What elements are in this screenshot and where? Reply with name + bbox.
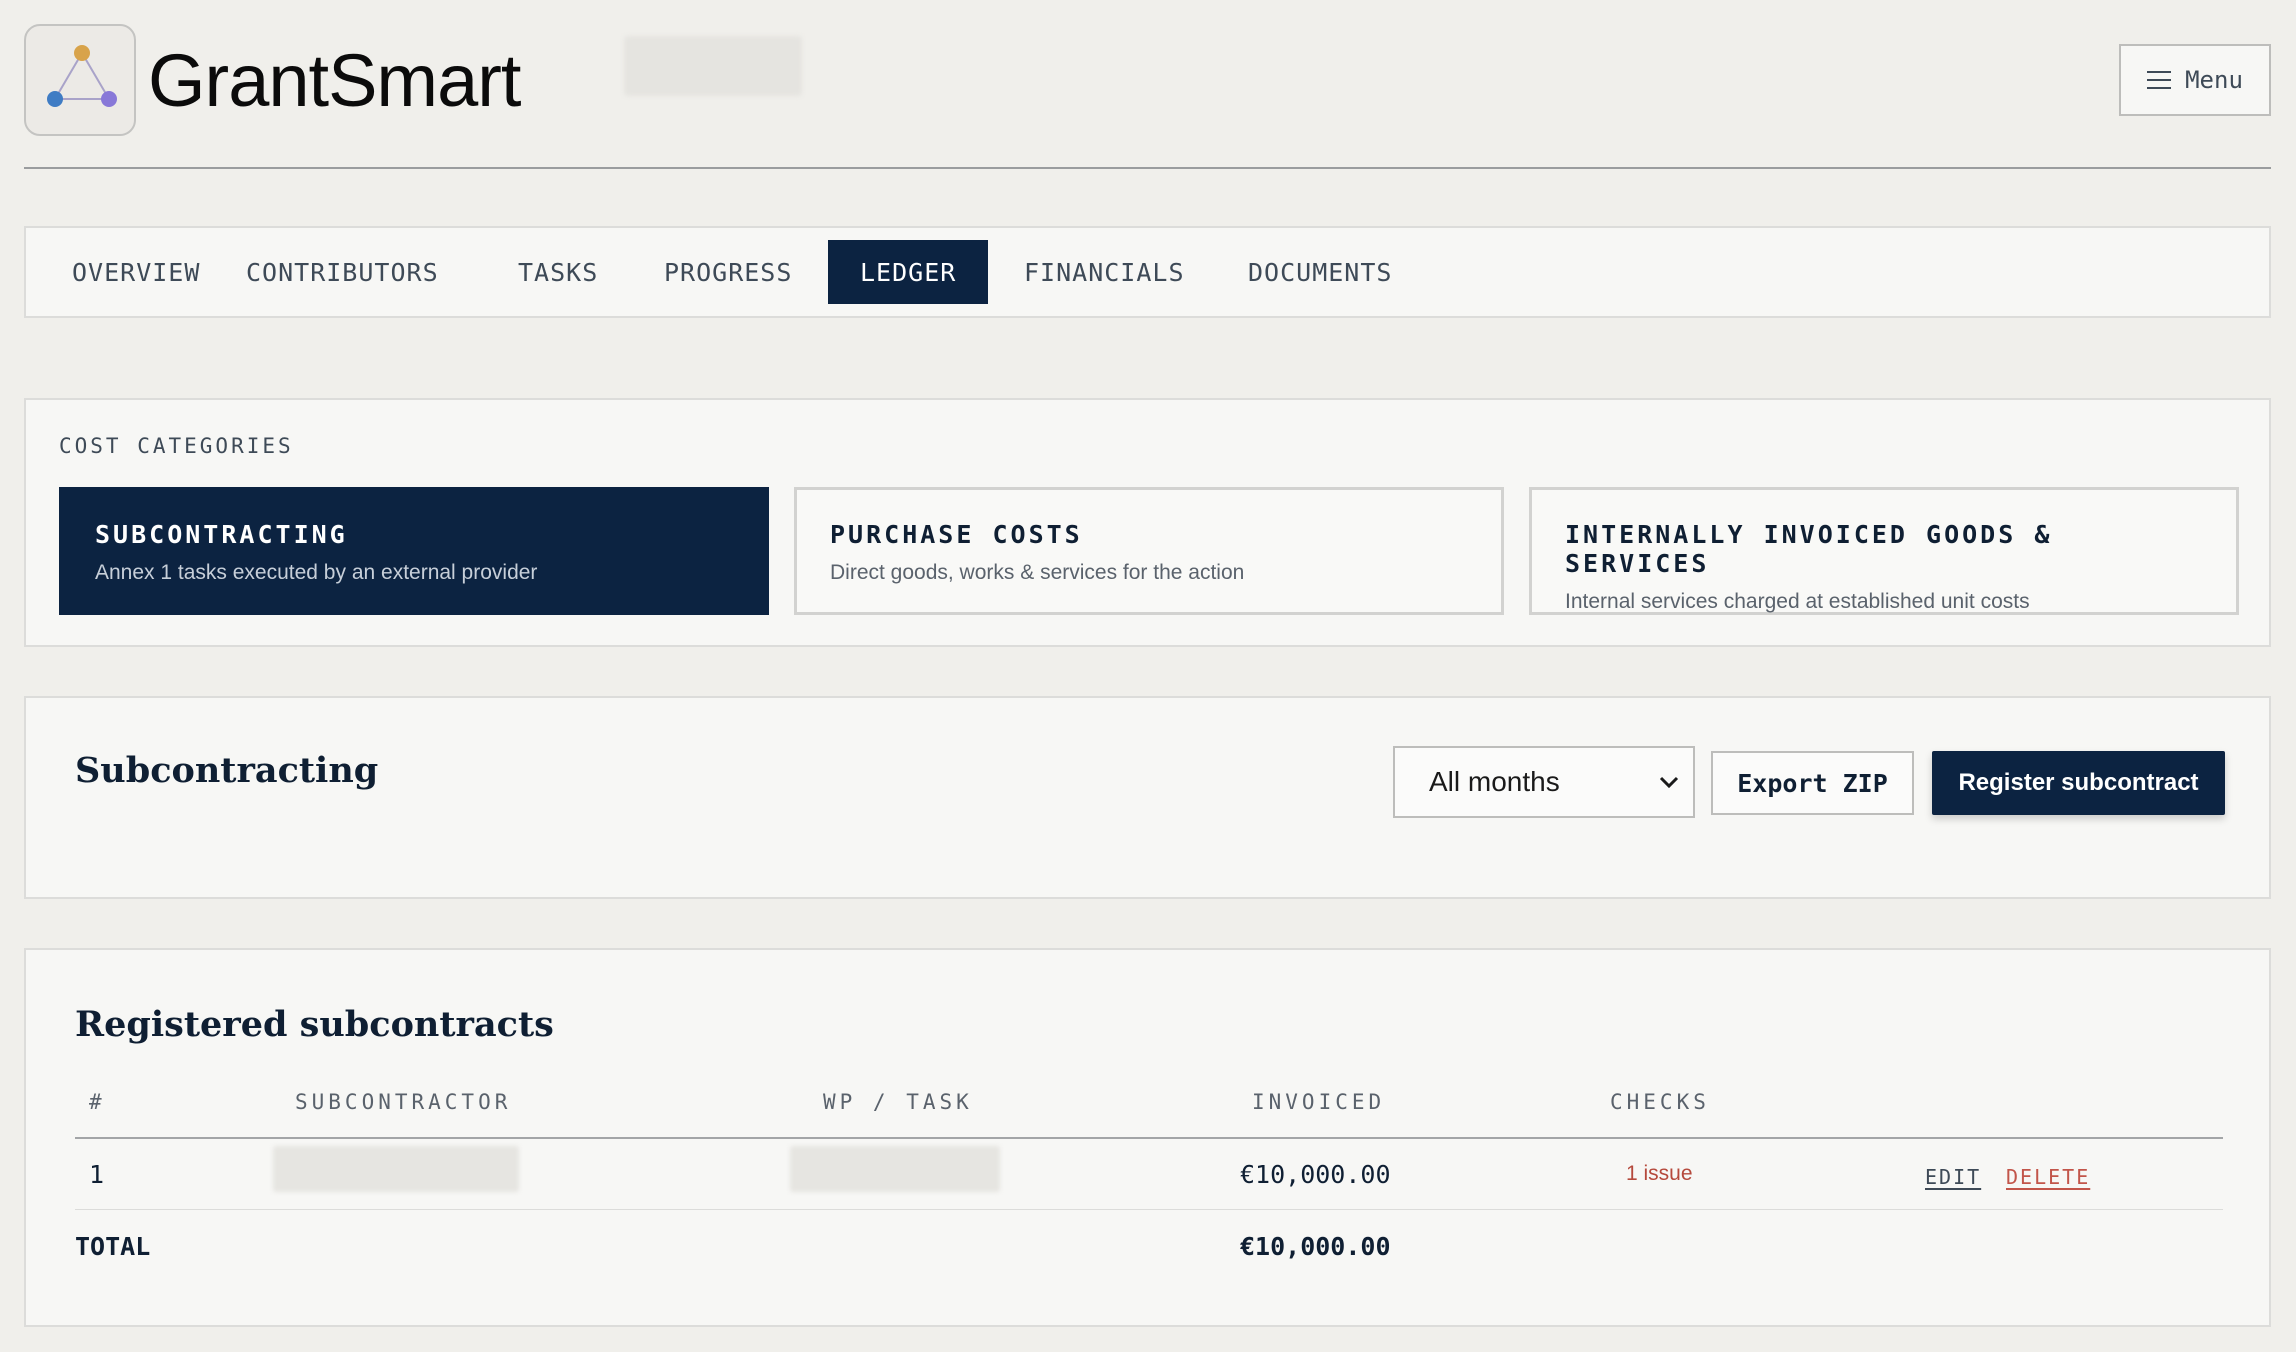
app-header: GrantSmart Menu [24,24,2271,169]
row-divider [75,1209,2223,1210]
redacted-subcontractor [273,1146,519,1192]
category-purchase-costs[interactable]: PURCHASE COSTS Direct goods, works & ser… [794,487,1504,615]
column-header-subcontractor: SUBCONTRACTOR [295,1090,512,1114]
category-description: Direct goods, works & services for the a… [830,561,1245,584]
tab-progress[interactable]: PROGRESS [632,240,824,304]
category-description: Internal services charged at established… [1565,590,2030,613]
brand-name: GrantSmart [148,39,521,122]
edit-link[interactable]: EDIT [1925,1165,1981,1189]
app-logo-icon[interactable] [24,24,136,136]
section-title: Subcontracting [75,750,379,791]
tab-tasks[interactable]: TASKS [486,240,630,304]
column-header-invoiced: INVOICED [1252,1090,1386,1114]
category-title: INTERNALLY INVOICED GOODS & SERVICES [1565,520,2053,578]
tab-contributors[interactable]: CONTRIBUTORS [214,240,471,304]
menu-button[interactable]: Menu [2119,44,2271,116]
registered-subcontracts-panel: Registered subcontracts # SUBCONTRACTOR … [24,948,2271,1327]
category-internally-invoiced[interactable]: INTERNALLY INVOICED GOODS & SERVICES Int… [1529,487,2239,615]
category-description: Annex 1 tasks executed by an external pr… [95,561,538,584]
delete-link[interactable]: DELETE [2006,1165,2090,1189]
category-title: SUBCONTRACTING [95,520,348,549]
category-title: PURCHASE COSTS [830,520,1083,549]
column-header-checks: CHECKS [1610,1090,1710,1114]
column-header-wp-task: WP / TASK [823,1090,973,1114]
chevron-down-icon [1659,776,1679,789]
redacted-wp-task [790,1146,1000,1192]
tab-ledger[interactable]: LEDGER [828,240,989,304]
cost-categories-label: COST CATEGORIES [59,434,294,458]
row-number: 1 [89,1160,105,1189]
table-header-divider [75,1137,2223,1139]
section-title: Registered subcontracts [75,1004,554,1045]
row-invoiced: €10,000.00 [1240,1160,1391,1189]
register-subcontract-button[interactable]: Register subcontract [1932,751,2225,815]
cost-categories-panel: COST CATEGORIES SUBCONTRACTING Annex 1 t… [24,398,2271,647]
redacted-project-name [624,36,802,96]
export-zip-button[interactable]: Export ZIP [1711,751,1914,815]
category-subcontracting[interactable]: SUBCONTRACTING Annex 1 tasks executed by… [59,487,769,615]
menu-label: Menu [2185,66,2243,94]
month-filter-value: All months [1429,766,1560,797]
tab-bar: OVERVIEW CONTRIBUTORS TASKS PROGRESS LED… [24,226,2271,318]
hamburger-icon [2147,71,2172,89]
column-header-number: # [89,1090,106,1114]
month-filter-select[interactable]: All months [1393,746,1695,818]
tab-financials[interactable]: FINANCIALS [992,240,1217,304]
checks-issue-badge[interactable]: 1 issue [1626,1162,1693,1186]
tab-overview[interactable]: OVERVIEW [40,240,232,304]
subcontracting-panel: Subcontracting All months Export ZIP Reg… [24,696,2271,899]
total-value: €10,000.00 [1240,1232,1391,1261]
total-label: TOTAL [75,1232,151,1261]
tab-documents[interactable]: DOCUMENTS [1216,240,1424,304]
